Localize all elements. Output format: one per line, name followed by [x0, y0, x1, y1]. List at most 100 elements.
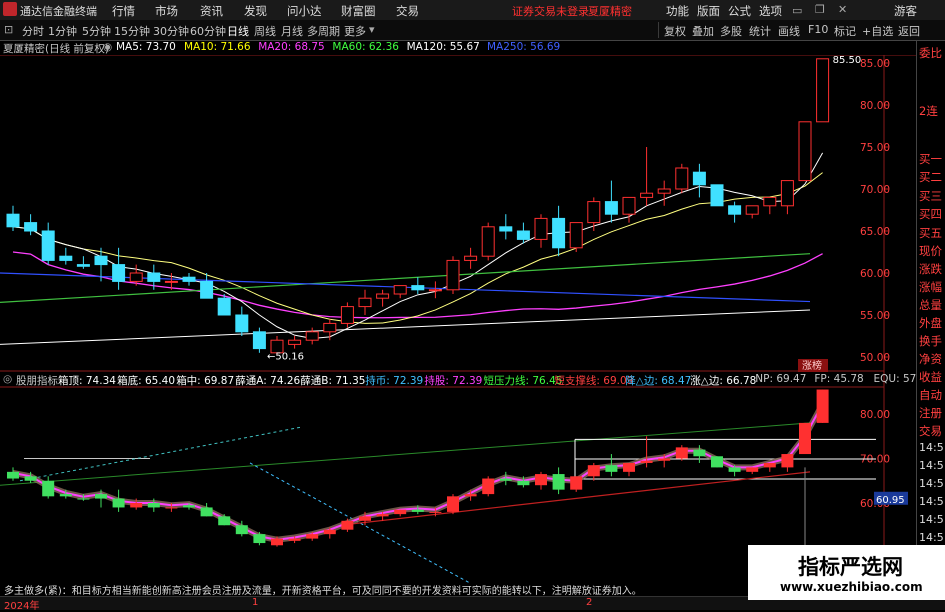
candle-body — [535, 218, 547, 239]
menu-item-market[interactable]: 市场 — [155, 3, 178, 19]
quote-panel-item-0[interactable]: 委比 — [919, 45, 942, 61]
tab-multiperiod[interactable]: 多周期 — [307, 23, 340, 39]
indicator-label-11: NP: 69.47 — [755, 373, 806, 385]
indicator-label-8: 短支撑线: 69.09 — [554, 373, 633, 388]
sub-price-tag: 60.95 — [876, 495, 905, 506]
sub-candle-body — [306, 534, 318, 538]
watermark-title: 指标严选网 — [798, 551, 903, 581]
stats-button[interactable]: 统计 — [749, 23, 771, 39]
mark-button[interactable]: 标记 — [834, 23, 856, 39]
minimize-icon[interactable]: ▭ — [792, 4, 802, 17]
quote-panel-item-22[interactable]: 14:5 — [919, 513, 944, 526]
quote-panel-item-6[interactable]: 买五 — [919, 225, 942, 241]
sub-candle-body — [271, 539, 283, 546]
quote-panel-item-10[interactable]: 总量 — [919, 297, 942, 313]
quote-panel-item-23[interactable]: 14:5 — [919, 531, 944, 544]
quote-panel-item-21[interactable]: 14:5 — [919, 495, 944, 508]
candle-body — [165, 281, 177, 282]
price-label-3: 70.00 — [860, 184, 890, 196]
price-label-5: 60.00 — [860, 268, 890, 280]
tab-timeshare[interactable]: 分时 — [22, 23, 44, 39]
menu-item-trade[interactable]: 交易 — [396, 3, 419, 19]
candle-body — [201, 281, 213, 298]
indicator-name: 股朋指标 — [16, 373, 58, 388]
settings-icon[interactable]: ◉ — [103, 41, 112, 53]
login-alert[interactable]: 证券交易未登录 — [512, 3, 589, 19]
menu-options[interactable]: 选项 — [759, 3, 782, 19]
chevron-down-icon[interactable]: ▾ — [369, 23, 375, 36]
sub-candle-body — [95, 494, 107, 498]
tab-1min[interactable]: 1分钟 — [48, 23, 77, 39]
quote-panel-item-7[interactable]: 现价 — [919, 243, 942, 259]
menu-item-quotes[interactable]: 行情 — [112, 3, 135, 19]
quote-panel-item-17[interactable]: 交易 — [919, 423, 942, 439]
menu-item-ask[interactable]: 问小达 — [287, 3, 322, 19]
tab-15min[interactable]: 15分钟 — [114, 23, 150, 39]
quote-panel-item-9[interactable]: 涨幅 — [919, 279, 942, 295]
stock-alert[interactable]: 夏厦精密 — [588, 3, 632, 19]
low-price-label: ←50.16 — [267, 352, 304, 363]
add-watchlist-button[interactable]: +自选 — [862, 23, 893, 39]
indicator-label-3: 薛通A: 74.26 — [235, 373, 300, 388]
ma-label-0: MA5: 73.70 — [116, 41, 176, 53]
candle-body — [183, 277, 195, 281]
indicator-settings-icon[interactable]: ◎ — [3, 373, 12, 385]
tab-more[interactable]: 更多 — [344, 23, 366, 39]
tab-monthly[interactable]: 月线 — [281, 23, 303, 39]
close-icon[interactable]: ✕ — [838, 3, 847, 16]
candle-body — [95, 256, 107, 264]
tab-weekly[interactable]: 周线 — [254, 23, 276, 39]
back-icon[interactable]: ⊡ — [4, 23, 13, 36]
f10-button[interactable]: F10 — [808, 23, 828, 36]
sub-candle-body — [746, 467, 758, 471]
indicator-info: ◎ 股朋指标 箱顶: 74.34箱底: 65.40箱中: 69.87薛通A: 7… — [0, 373, 890, 387]
tab-60min[interactable]: 60分钟 — [190, 23, 226, 39]
candle-body — [324, 323, 336, 331]
quote-panel-item-4[interactable]: 买三 — [919, 188, 942, 204]
sub-candle-body — [25, 476, 37, 480]
quote-panel-item-11[interactable]: 外盘 — [919, 315, 942, 331]
price-label-0: 85.00 — [860, 58, 890, 70]
candle-body — [711, 185, 723, 206]
menu-layout[interactable]: 版面 — [697, 3, 720, 19]
draw-line-button[interactable]: 画线 — [778, 23, 800, 39]
sub-candle-body — [711, 456, 723, 467]
quote-panel-item-15[interactable]: 自动 — [919, 387, 942, 403]
menu-item-news[interactable]: 资讯 — [200, 3, 223, 19]
candle-body — [113, 265, 125, 282]
menu-item-discover[interactable]: 发现 — [244, 3, 267, 19]
sub-candle-body — [658, 459, 670, 461]
menu-formula[interactable]: 公式 — [728, 3, 751, 19]
overlay-button[interactable]: 叠加 — [692, 23, 714, 39]
candle-body — [77, 265, 89, 267]
quote-panel-item-3[interactable]: 买二 — [919, 169, 942, 185]
quote-panel-item-16[interactable]: 注册 — [919, 405, 942, 421]
stock-title: 夏厦精密(日线 前复权) — [3, 41, 109, 56]
kline-chart[interactable]: 85.0080.0075.0070.0065.0060.0055.0050.00… — [0, 55, 916, 596]
quote-panel-item-20[interactable]: 14:5 — [919, 477, 944, 490]
candle-body — [746, 206, 758, 214]
fuquan-button[interactable]: 复权 — [664, 23, 686, 39]
candle-body — [570, 223, 582, 248]
tab-30min[interactable]: 30分钟 — [153, 23, 189, 39]
tab-5min[interactable]: 5分钟 — [82, 23, 111, 39]
multistock-button[interactable]: 多股 — [720, 23, 742, 39]
quote-panel-item-2[interactable]: 买一 — [919, 151, 942, 167]
quote-panel-item-8[interactable]: 涨跌 — [919, 261, 942, 277]
tab-daily[interactable]: 日线 — [227, 23, 249, 39]
quote-panel-item-13[interactable]: 净资 — [919, 351, 942, 367]
sub-candle-body — [781, 454, 793, 467]
return-button[interactable]: 返回 — [898, 23, 920, 39]
quote-panel-item-18[interactable]: 14:5 — [919, 441, 944, 454]
restore-icon[interactable]: ❐ — [815, 3, 825, 16]
quote-panel-item-12[interactable]: 换手 — [919, 333, 942, 349]
user-guest[interactable]: 游客 — [894, 3, 917, 19]
menu-item-wealth[interactable]: 财富圈 — [341, 3, 376, 19]
quote-panel-item-19[interactable]: 14:5 — [919, 459, 944, 472]
sub-candle-body — [570, 476, 582, 489]
quote-panel-item-14[interactable]: 收益 — [919, 369, 942, 385]
quote-panel-item-1[interactable]: 2连 — [919, 103, 938, 119]
sub-price-label-1: 70.00 — [860, 454, 890, 466]
quote-panel-item-5[interactable]: 买四 — [919, 206, 942, 222]
menu-function[interactable]: 功能 — [666, 3, 689, 19]
